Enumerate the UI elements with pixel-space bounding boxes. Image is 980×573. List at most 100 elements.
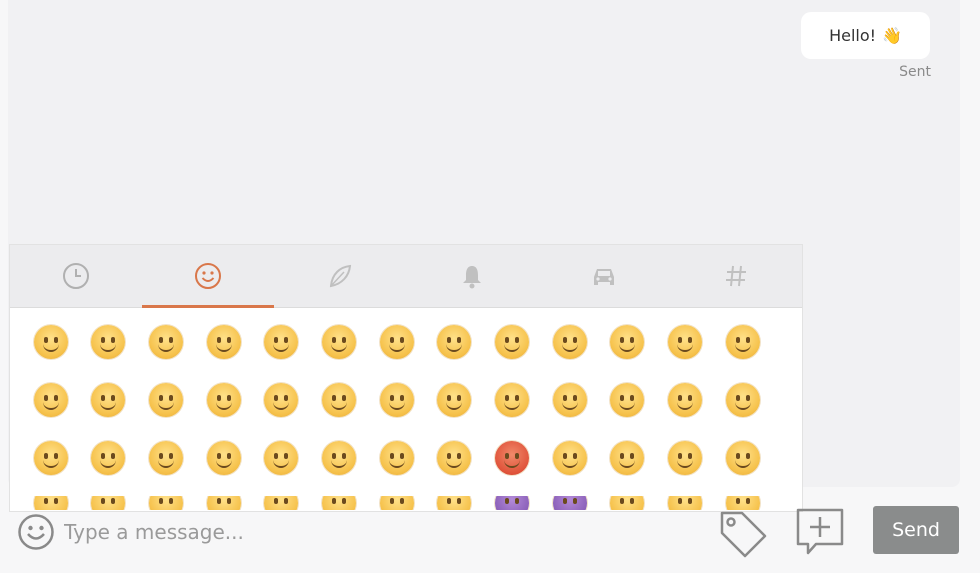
emoji-item[interactable] xyxy=(484,322,541,362)
grimacing-icon xyxy=(148,383,183,417)
sweat-icon xyxy=(148,441,183,475)
stuck-out-tongue-wink-icon xyxy=(668,325,703,359)
emoji-item[interactable] xyxy=(657,438,714,478)
scream-icon xyxy=(379,441,414,475)
message-composer: Send xyxy=(0,500,980,573)
emoji-item[interactable] xyxy=(80,380,137,420)
emoji-item[interactable] xyxy=(714,322,771,362)
emoji-item[interactable] xyxy=(310,380,367,420)
confounded-icon xyxy=(610,441,645,475)
disappointed-relieved-icon xyxy=(725,383,760,417)
emoji-item[interactable] xyxy=(253,438,310,478)
triumph-icon xyxy=(552,441,587,475)
emoji-item[interactable] xyxy=(426,322,483,362)
kissing-smiling-eyes-icon xyxy=(610,325,645,359)
message-status: Sent xyxy=(899,64,931,80)
emoji-picker-button[interactable] xyxy=(17,513,55,555)
tab-recent[interactable] xyxy=(10,245,142,307)
emoji-picker xyxy=(9,244,803,512)
kissing-heart-icon xyxy=(437,325,472,359)
sweat-smile-icon xyxy=(91,441,126,475)
disappointed-icon xyxy=(379,383,414,417)
emoji-item[interactable] xyxy=(484,438,541,478)
emoji-item[interactable] xyxy=(368,438,425,478)
wink-icon xyxy=(321,325,356,359)
emoji-item[interactable] xyxy=(714,438,771,478)
emoji-item[interactable] xyxy=(599,438,656,478)
message-input[interactable] xyxy=(62,516,666,548)
emoji-item[interactable] xyxy=(657,380,714,420)
leaf-icon xyxy=(329,264,352,288)
emoji-item[interactable] xyxy=(484,380,541,420)
emoji-item[interactable] xyxy=(80,322,137,362)
yum-icon xyxy=(725,441,760,475)
kissing-closed-eyes-icon xyxy=(495,325,529,359)
emoji-item[interactable] xyxy=(599,380,656,420)
tab-smileys[interactable] xyxy=(142,245,274,308)
emoji-item[interactable] xyxy=(253,322,310,362)
emoji-grid xyxy=(10,308,802,510)
emoji-item[interactable] xyxy=(426,438,483,478)
emoji-item[interactable] xyxy=(368,322,425,362)
message-text: Hello! xyxy=(829,26,877,45)
tab-travel[interactable] xyxy=(538,245,670,307)
emoji-item[interactable] xyxy=(714,380,771,420)
angry-icon xyxy=(437,441,472,475)
car-icon xyxy=(594,269,614,285)
kissing-icon xyxy=(552,325,587,359)
smiley-icon xyxy=(18,514,54,550)
cold-sweat-icon xyxy=(33,441,68,475)
emoji-item[interactable] xyxy=(426,380,483,420)
tag-button[interactable] xyxy=(716,508,770,566)
emoji-item[interactable] xyxy=(137,380,194,420)
emoji-item[interactable] xyxy=(195,380,252,420)
tab-nature[interactable] xyxy=(274,245,406,307)
wave-emoji: 👋 xyxy=(882,26,902,45)
grinning-face-icon xyxy=(33,325,68,359)
weary-icon xyxy=(206,441,241,475)
stuck-out-tongue-closed-eyes-icon xyxy=(725,325,760,359)
emoji-item[interactable] xyxy=(22,438,79,478)
emoji-item[interactable] xyxy=(541,438,598,478)
smiley-face-icon xyxy=(91,325,126,359)
pensive-icon xyxy=(206,383,241,417)
emoji-item[interactable] xyxy=(253,380,310,420)
send-button[interactable]: Send xyxy=(873,506,959,554)
cry-icon xyxy=(495,383,529,417)
emoji-item[interactable] xyxy=(599,322,656,362)
emoji-item[interactable] xyxy=(22,322,79,362)
emoji-item[interactable] xyxy=(195,322,252,362)
relieved-icon xyxy=(264,383,299,417)
emoji-item[interactable] xyxy=(310,438,367,478)
bell-icon xyxy=(463,266,481,289)
tab-objects[interactable] xyxy=(406,245,538,307)
rage-icon xyxy=(495,441,529,475)
unamused-icon xyxy=(321,383,356,417)
flushed-icon xyxy=(91,383,126,417)
emoji-item[interactable] xyxy=(195,438,252,478)
laughing-icon xyxy=(668,441,703,475)
emoji-item[interactable] xyxy=(541,322,598,362)
tag-icon xyxy=(720,511,767,558)
emoji-category-tabs xyxy=(10,245,802,308)
persevere-icon xyxy=(437,383,472,417)
sleepy-icon xyxy=(668,383,703,417)
emoji-item[interactable] xyxy=(368,380,425,420)
emoji-item[interactable] xyxy=(657,322,714,362)
message-bubble: Hello! 👋 xyxy=(801,12,930,59)
tab-symbols[interactable] xyxy=(670,245,802,307)
grinning-icon xyxy=(148,325,183,359)
emoji-item[interactable] xyxy=(137,322,194,362)
hash-icon xyxy=(726,265,746,287)
heart-eyes-icon xyxy=(379,325,414,359)
relaxed-icon xyxy=(264,325,299,359)
emoji-item[interactable] xyxy=(137,438,194,478)
emoji-item[interactable] xyxy=(22,380,79,420)
new-conversation-button[interactable] xyxy=(794,506,848,564)
emoji-item[interactable] xyxy=(80,438,137,478)
stuck-out-tongue-icon xyxy=(33,383,68,417)
emoji-item[interactable] xyxy=(541,380,598,420)
emoji-item[interactable] xyxy=(310,322,367,362)
blush-icon xyxy=(206,325,241,359)
add-comment-icon xyxy=(796,508,844,555)
